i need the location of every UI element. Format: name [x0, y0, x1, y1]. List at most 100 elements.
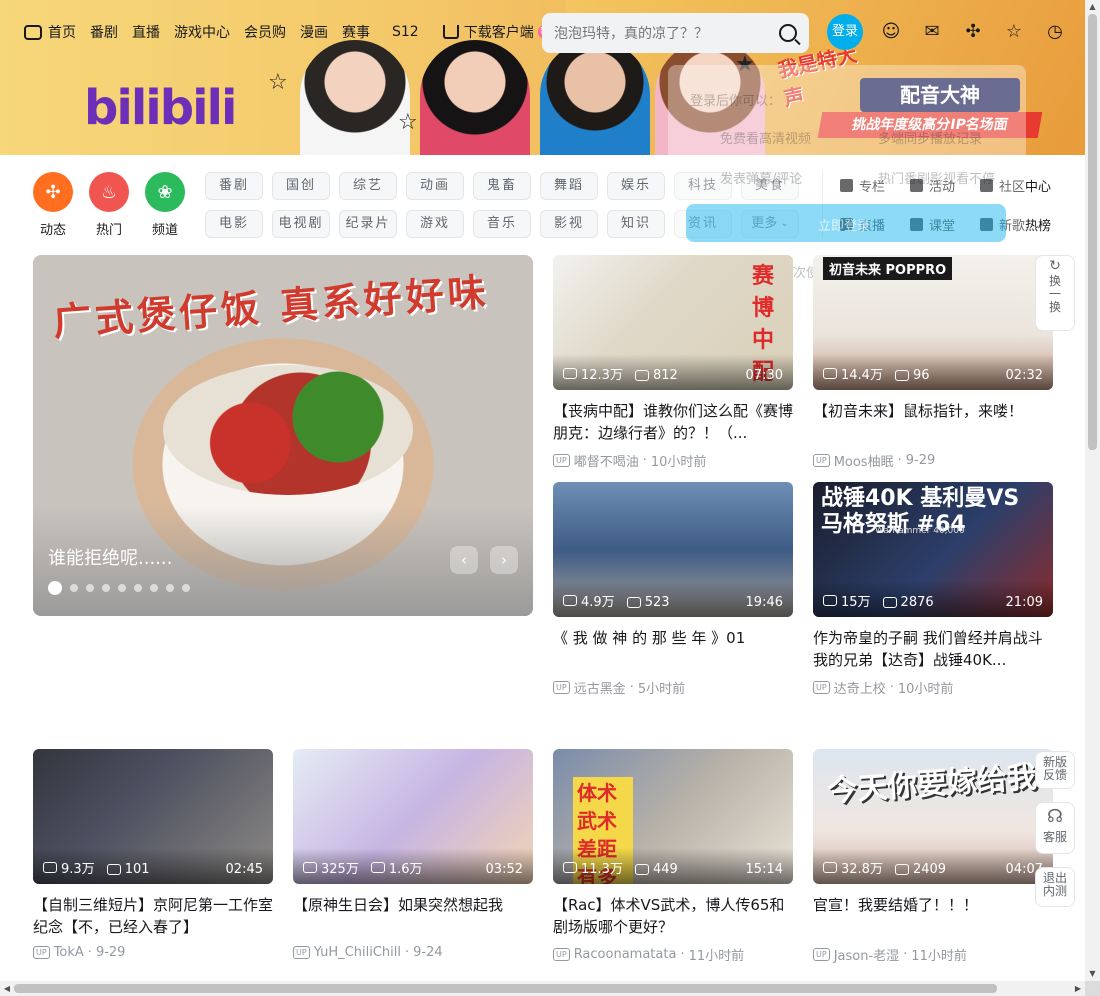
search-input[interactable]: [554, 25, 764, 41]
vertical-scroll-thumb[interactable]: [1088, 14, 1097, 450]
category-item[interactable]: 舞蹈: [540, 172, 598, 200]
carousel-caption[interactable]: 谁能拒绝呢......: [48, 544, 172, 570]
category-item[interactable]: 电影: [205, 210, 263, 238]
video-card[interactable]: 9.3万 101 02:45 【自制三维短片】京阿尼第一工作室纪念【不，已经入春…: [33, 749, 273, 960]
scroll-right-arrow-icon[interactable]: ▶: [1071, 981, 1085, 996]
nav-shop[interactable]: 会员购: [244, 22, 286, 42]
vip-icon[interactable]: ☺: [880, 20, 902, 42]
video-thumbnail[interactable]: 325万 1.6万 03:52: [293, 749, 533, 884]
carousel-dot[interactable]: [150, 584, 158, 592]
video-thumbnail[interactable]: 战锤40K 基利曼VS马格努斯 #64 Warhammer 40,000 15万…: [813, 482, 1053, 617]
category-item[interactable]: 动画: [406, 172, 464, 200]
nav-anime[interactable]: 番剧: [90, 22, 118, 42]
danmaku-icon: [106, 864, 121, 875]
video-meta: UP Jason-老湿 · 11小时前: [813, 945, 1053, 964]
category-item[interactable]: 国创: [272, 172, 330, 200]
video-title[interactable]: 【初音未来】鼠标指针，来喽！: [813, 400, 1053, 444]
refresh-button[interactable]: ↻ 换一换: [1035, 255, 1075, 331]
dynamic-icon[interactable]: ✣: [962, 20, 984, 42]
carousel-dot[interactable]: [70, 584, 78, 592]
nav-manga[interactable]: 漫画: [300, 22, 328, 42]
category-item[interactable]: 电视剧: [272, 210, 330, 238]
video-author[interactable]: 达奇上校: [834, 678, 886, 697]
scroll-up-arrow-icon[interactable]: ▲: [1085, 0, 1100, 14]
video-thumbnail[interactable]: 9.3万 101 02:45: [33, 749, 273, 884]
horizontal-scrollbar[interactable]: ◀ ▶: [0, 981, 1085, 996]
video-card[interactable]: 初音未来 POPPRO 14.4万 96 02:32 【初音未来】鼠标指针，来喽…: [813, 255, 1053, 470]
exit-beta-button[interactable]: 退出内测: [1035, 867, 1075, 907]
search-icon[interactable]: [779, 24, 797, 42]
category-item[interactable]: 影视: [540, 210, 598, 238]
carousel-dot[interactable]: [182, 584, 190, 592]
carousel-dot[interactable]: [48, 581, 62, 595]
carousel-dot[interactable]: [102, 584, 110, 592]
danmaku-icon: [370, 862, 385, 873]
quick-dynamic[interactable]: ✣ 动态: [33, 172, 73, 238]
customer-service-button[interactable]: ☊ 客服: [1035, 802, 1075, 854]
feedback-button[interactable]: 新版反馈: [1035, 751, 1075, 789]
favorite-icon[interactable]: ☆: [1003, 20, 1025, 42]
video-card[interactable]: 战锤40K 基利曼VS马格努斯 #64 Warhammer 40,000 15万…: [813, 482, 1053, 697]
customer-service-label: 客服: [1042, 830, 1067, 844]
carousel-dot[interactable]: [166, 584, 174, 592]
video-author[interactable]: YuH_ChiliChill: [314, 945, 401, 960]
horizontal-scroll-thumb[interactable]: [14, 984, 997, 993]
category-item[interactable]: 娱乐: [607, 172, 665, 200]
video-title[interactable]: 【丧病中配】谁教你们这么配《赛博朋克：边缘行者》的？！（...: [553, 400, 793, 444]
carousel-next-button[interactable]: ›: [490, 546, 518, 574]
login-button[interactable]: 登录: [827, 14, 863, 50]
video-thumbnail[interactable]: 4.9万 523 19:46: [553, 482, 793, 617]
nav-live[interactable]: 直播: [132, 22, 160, 42]
video-card[interactable]: 赛博中配 12.3万 812 07:30 【丧病中配】谁教你们这么配《赛博朋克：…: [553, 255, 793, 470]
video-author[interactable]: 嘟督不喝油: [574, 451, 639, 470]
carousel-dot[interactable]: [86, 584, 94, 592]
video-title[interactable]: 作为帝皇的子嗣 我们曾经并肩战斗 我的兄弟【达奇】战锤40K...: [813, 627, 1053, 671]
category-item[interactable]: 音乐: [473, 210, 531, 238]
category-item[interactable]: 纪录片: [339, 210, 397, 238]
video-title[interactable]: 《 我 做 神 的 那 些 年 》01: [553, 627, 793, 671]
scroll-down-arrow-icon[interactable]: ▼: [1085, 967, 1100, 981]
nav-s12[interactable]: S12: [392, 24, 419, 40]
download-client-link[interactable]: 下载客户端 新: [442, 22, 552, 42]
message-icon[interactable]: ✉: [921, 20, 943, 42]
video-thumbnail[interactable]: 赛博中配 12.3万 812 07:30: [553, 255, 793, 390]
video-title[interactable]: 【自制三维短片】京阿尼第一工作室纪念【不，已经入春了】: [33, 894, 273, 938]
carousel-prev-button[interactable]: ‹: [450, 546, 478, 574]
video-thumbnail[interactable]: 体术 武术 差距有多大？ 11.3万 449 15:14: [553, 749, 793, 884]
download-icon: [442, 25, 459, 39]
bilibili-logo[interactable]: bilibili: [84, 80, 237, 136]
video-author[interactable]: TokA: [54, 945, 84, 960]
nav-home[interactable]: 首页: [24, 22, 76, 42]
video-title[interactable]: 【Rac】体术VS武术，博人传65和剧场版哪个更好？: [553, 894, 793, 938]
carousel-dot[interactable]: [134, 584, 142, 592]
view-count: 14.4万: [823, 364, 883, 383]
video-card[interactable]: 325万 1.6万 03:52 【原神生日会】如果突然想起我 UP YuH_Ch…: [293, 749, 533, 960]
video-title[interactable]: 官宣！我要结婚了！！！: [813, 894, 1053, 938]
category-item[interactable]: 知识: [607, 210, 665, 238]
history-icon[interactable]: ◷: [1044, 20, 1066, 42]
danmaku-icon: [882, 597, 897, 608]
category-item[interactable]: 游戏: [406, 210, 464, 238]
nav-game-center[interactable]: 游戏中心: [174, 22, 230, 42]
category-item[interactable]: 番剧: [205, 172, 263, 200]
video-thumbnail[interactable]: 今天你要嫁给我 32.8万 2409 04:07: [813, 749, 1053, 884]
video-thumbnail[interactable]: 初音未来 POPPRO 14.4万 96 02:32: [813, 255, 1053, 390]
category-item[interactable]: 综艺: [339, 172, 397, 200]
video-card[interactable]: 4.9万 523 19:46 《 我 做 神 的 那 些 年 》01 UP 远古…: [553, 482, 793, 697]
video-author[interactable]: 远古黑金: [574, 678, 626, 697]
nav-esports[interactable]: 赛事: [342, 22, 370, 42]
video-author[interactable]: Moos柚眠: [834, 451, 894, 470]
carousel-dot[interactable]: [118, 584, 126, 592]
banner-carousel[interactable]: 广式煲仔饭 真系好好味 谁能拒绝呢...... ‹ ›: [33, 255, 533, 616]
video-title[interactable]: 【原神生日会】如果突然想起我: [293, 894, 533, 938]
video-card[interactable]: 体术 武术 差距有多大？ 11.3万 449 15:14 【Rac】体术VS武术…: [553, 749, 793, 964]
video-author[interactable]: Racoonamatata: [574, 947, 677, 962]
quick-hot[interactable]: ♨ 热门: [89, 172, 129, 238]
quick-channel[interactable]: ❀ 频道: [145, 172, 185, 238]
vertical-scrollbar[interactable]: ▲ ▼: [1085, 0, 1100, 981]
video-card[interactable]: 今天你要嫁给我 32.8万 2409 04:07 官宣！我要结婚了！！！ UP …: [813, 749, 1053, 964]
thumbnail-subtext: Warhammer 40,000: [875, 526, 965, 536]
category-item[interactable]: 鬼畜: [473, 172, 531, 200]
scroll-left-arrow-icon[interactable]: ◀: [0, 981, 14, 996]
video-author[interactable]: Jason-老湿: [834, 945, 899, 964]
